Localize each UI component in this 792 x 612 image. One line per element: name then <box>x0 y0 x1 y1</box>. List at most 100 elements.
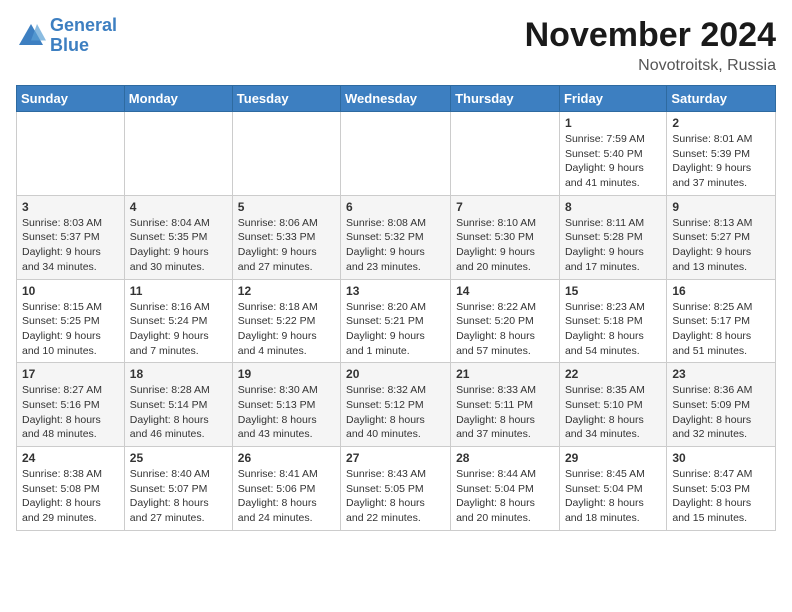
day-info: Sunrise: 8:35 AM Sunset: 5:10 PM Dayligh… <box>565 383 661 442</box>
day-number: 1 <box>565 116 661 130</box>
day-number: 8 <box>565 200 661 214</box>
calendar-week-row: 17 Sunrise: 8:27 AM Sunset: 5:16 PM Dayli… <box>17 363 776 447</box>
page-header: General Blue November 2024 Novotroitsk, … <box>16 16 776 75</box>
day-number: 17 <box>22 367 119 381</box>
day-number: 6 <box>346 200 445 214</box>
day-info: Sunrise: 8:38 AM Sunset: 5:08 PM Dayligh… <box>22 467 119 526</box>
day-info: Sunrise: 8:10 AM Sunset: 5:30 PM Dayligh… <box>456 216 554 275</box>
day-number: 30 <box>672 451 770 465</box>
calendar-week-row: 10Sunrise: 8:15 AM Sunset: 5:25 PM Dayli… <box>17 279 776 363</box>
calendar-cell: 7 Sunrise: 8:10 AM Sunset: 5:30 PM Daylig… <box>451 195 560 279</box>
day-info: Sunrise: 7:59 AM Sunset: 5:40 PM Dayligh… <box>565 132 661 191</box>
calendar-cell: 18 Sunrise: 8:28 AM Sunset: 5:14 PM Dayli… <box>124 363 232 447</box>
day-number: 12 <box>238 284 335 298</box>
month-title: November 2024 <box>525 16 776 55</box>
day-info: Sunrise: 8:01 AM Sunset: 5:39 PM Dayligh… <box>672 132 770 191</box>
day-number: 19 <box>238 367 335 381</box>
day-info: Sunrise: 8:11 AM Sunset: 5:28 PM Dayligh… <box>565 216 661 275</box>
calendar-cell: 17 Sunrise: 8:27 AM Sunset: 5:16 PM Dayli… <box>17 363 125 447</box>
day-number: 15 <box>565 284 661 298</box>
weekday-header: Sunday <box>17 86 125 112</box>
calendar-cell: 6 Sunrise: 8:08 AM Sunset: 5:32 PM Daylig… <box>341 195 451 279</box>
calendar-cell: 21 Sunrise: 8:33 AM Sunset: 5:11 PM Dayli… <box>451 363 560 447</box>
calendar-cell: 19 Sunrise: 8:30 AM Sunset: 5:13 PM Dayli… <box>232 363 340 447</box>
day-info: Sunrise: 8:36 AM Sunset: 5:09 PM Dayligh… <box>672 383 770 442</box>
calendar-cell: 23 Sunrise: 8:36 AM Sunset: 5:09 PM Dayli… <box>667 363 776 447</box>
day-info: Sunrise: 8:13 AM Sunset: 5:27 PM Dayligh… <box>672 216 770 275</box>
logo: General Blue <box>16 16 117 56</box>
logo-line2: Blue <box>50 35 89 55</box>
calendar-cell: 24 Sunrise: 8:38 AM Sunset: 5:08 PM Dayli… <box>17 447 125 531</box>
day-info: Sunrise: 8:08 AM Sunset: 5:32 PM Dayligh… <box>346 216 445 275</box>
calendar-cell <box>341 112 451 196</box>
day-info: Sunrise: 8:23 AM Sunset: 5:18 PM Dayligh… <box>565 300 661 359</box>
logo-line1: General <box>50 15 117 35</box>
calendar-cell: 30Sunrise: 8:47 AM Sunset: 5:03 PM Dayli… <box>667 447 776 531</box>
day-info: Sunrise: 8:33 AM Sunset: 5:11 PM Dayligh… <box>456 383 554 442</box>
weekday-header: Saturday <box>667 86 776 112</box>
calendar-cell: 25Sunrise: 8:40 AM Sunset: 5:07 PM Dayli… <box>124 447 232 531</box>
day-info: Sunrise: 8:20 AM Sunset: 5:21 PM Dayligh… <box>346 300 445 359</box>
logo-text: General Blue <box>50 16 117 56</box>
day-number: 2 <box>672 116 770 130</box>
day-number: 24 <box>22 451 119 465</box>
calendar-cell <box>124 112 232 196</box>
calendar-body: 1 Sunrise: 7:59 AM Sunset: 5:40 PM Daylig… <box>17 112 776 531</box>
weekday-header: Thursday <box>451 86 560 112</box>
weekday-header: Friday <box>559 86 666 112</box>
weekday-header: Monday <box>124 86 232 112</box>
calendar-cell: 5 Sunrise: 8:06 AM Sunset: 5:33 PM Daylig… <box>232 195 340 279</box>
calendar-cell: 13 Sunrise: 8:20 AM Sunset: 5:21 PM Dayli… <box>341 279 451 363</box>
calendar-cell: 9 Sunrise: 8:13 AM Sunset: 5:27 PM Daylig… <box>667 195 776 279</box>
calendar-cell <box>232 112 340 196</box>
calendar-cell: 16 Sunrise: 8:25 AM Sunset: 5:17 PM Dayli… <box>667 279 776 363</box>
day-number: 5 <box>238 200 335 214</box>
day-number: 16 <box>672 284 770 298</box>
calendar-cell: 12 Sunrise: 8:18 AM Sunset: 5:22 PM Dayli… <box>232 279 340 363</box>
calendar-cell: 28 Sunrise: 8:44 AM Sunset: 5:04 PM Dayli… <box>451 447 560 531</box>
day-number: 29 <box>565 451 661 465</box>
day-info: Sunrise: 8:30 AM Sunset: 5:13 PM Dayligh… <box>238 383 335 442</box>
calendar-cell: 2 Sunrise: 8:01 AM Sunset: 5:39 PM Daylig… <box>667 112 776 196</box>
day-number: 13 <box>346 284 445 298</box>
calendar-cell: 8 Sunrise: 8:11 AM Sunset: 5:28 PM Daylig… <box>559 195 666 279</box>
day-number: 21 <box>456 367 554 381</box>
calendar-cell: 4Sunrise: 8:04 AM Sunset: 5:35 PM Daylig… <box>124 195 232 279</box>
calendar-cell: 27Sunrise: 8:43 AM Sunset: 5:05 PM Dayli… <box>341 447 451 531</box>
calendar-week-row: 1 Sunrise: 7:59 AM Sunset: 5:40 PM Daylig… <box>17 112 776 196</box>
day-number: 20 <box>346 367 445 381</box>
day-info: Sunrise: 8:25 AM Sunset: 5:17 PM Dayligh… <box>672 300 770 359</box>
title-block: November 2024 Novotroitsk, Russia <box>525 16 776 75</box>
calendar-cell: 26 Sunrise: 8:41 AM Sunset: 5:06 PM Dayli… <box>232 447 340 531</box>
logo-icon <box>16 21 46 51</box>
day-number: 9 <box>672 200 770 214</box>
day-number: 27 <box>346 451 445 465</box>
day-info: Sunrise: 8:27 AM Sunset: 5:16 PM Dayligh… <box>22 383 119 442</box>
day-number: 28 <box>456 451 554 465</box>
calendar-cell: 1 Sunrise: 7:59 AM Sunset: 5:40 PM Daylig… <box>559 112 666 196</box>
day-info: Sunrise: 8:03 AM Sunset: 5:37 PM Dayligh… <box>22 216 119 275</box>
day-info: Sunrise: 8:32 AM Sunset: 5:12 PM Dayligh… <box>346 383 445 442</box>
day-info: Sunrise: 8:04 AM Sunset: 5:35 PM Dayligh… <box>130 216 227 275</box>
day-info: Sunrise: 8:41 AM Sunset: 5:06 PM Dayligh… <box>238 467 335 526</box>
calendar-week-row: 3Sunrise: 8:03 AM Sunset: 5:37 PM Daylig… <box>17 195 776 279</box>
day-info: Sunrise: 8:16 AM Sunset: 5:24 PM Dayligh… <box>130 300 227 359</box>
day-info: Sunrise: 8:44 AM Sunset: 5:04 PM Dayligh… <box>456 467 554 526</box>
day-number: 22 <box>565 367 661 381</box>
calendar-cell: 3Sunrise: 8:03 AM Sunset: 5:37 PM Daylig… <box>17 195 125 279</box>
calendar-cell: 29Sunrise: 8:45 AM Sunset: 5:04 PM Dayli… <box>559 447 666 531</box>
day-info: Sunrise: 8:18 AM Sunset: 5:22 PM Dayligh… <box>238 300 335 359</box>
day-info: Sunrise: 8:40 AM Sunset: 5:07 PM Dayligh… <box>130 467 227 526</box>
day-number: 18 <box>130 367 227 381</box>
calendar-week-row: 24 Sunrise: 8:38 AM Sunset: 5:08 PM Dayli… <box>17 447 776 531</box>
day-number: 10 <box>22 284 119 298</box>
day-number: 26 <box>238 451 335 465</box>
day-number: 23 <box>672 367 770 381</box>
day-number: 7 <box>456 200 554 214</box>
day-info: Sunrise: 8:28 AM Sunset: 5:14 PM Dayligh… <box>130 383 227 442</box>
calendar-header: SundayMondayTuesdayWednesdayThursdayFrid… <box>17 86 776 112</box>
calendar-cell: 20 Sunrise: 8:32 AM Sunset: 5:12 PM Dayli… <box>341 363 451 447</box>
day-info: Sunrise: 8:22 AM Sunset: 5:20 PM Dayligh… <box>456 300 554 359</box>
day-info: Sunrise: 8:06 AM Sunset: 5:33 PM Dayligh… <box>238 216 335 275</box>
calendar-cell: 11Sunrise: 8:16 AM Sunset: 5:24 PM Dayli… <box>124 279 232 363</box>
